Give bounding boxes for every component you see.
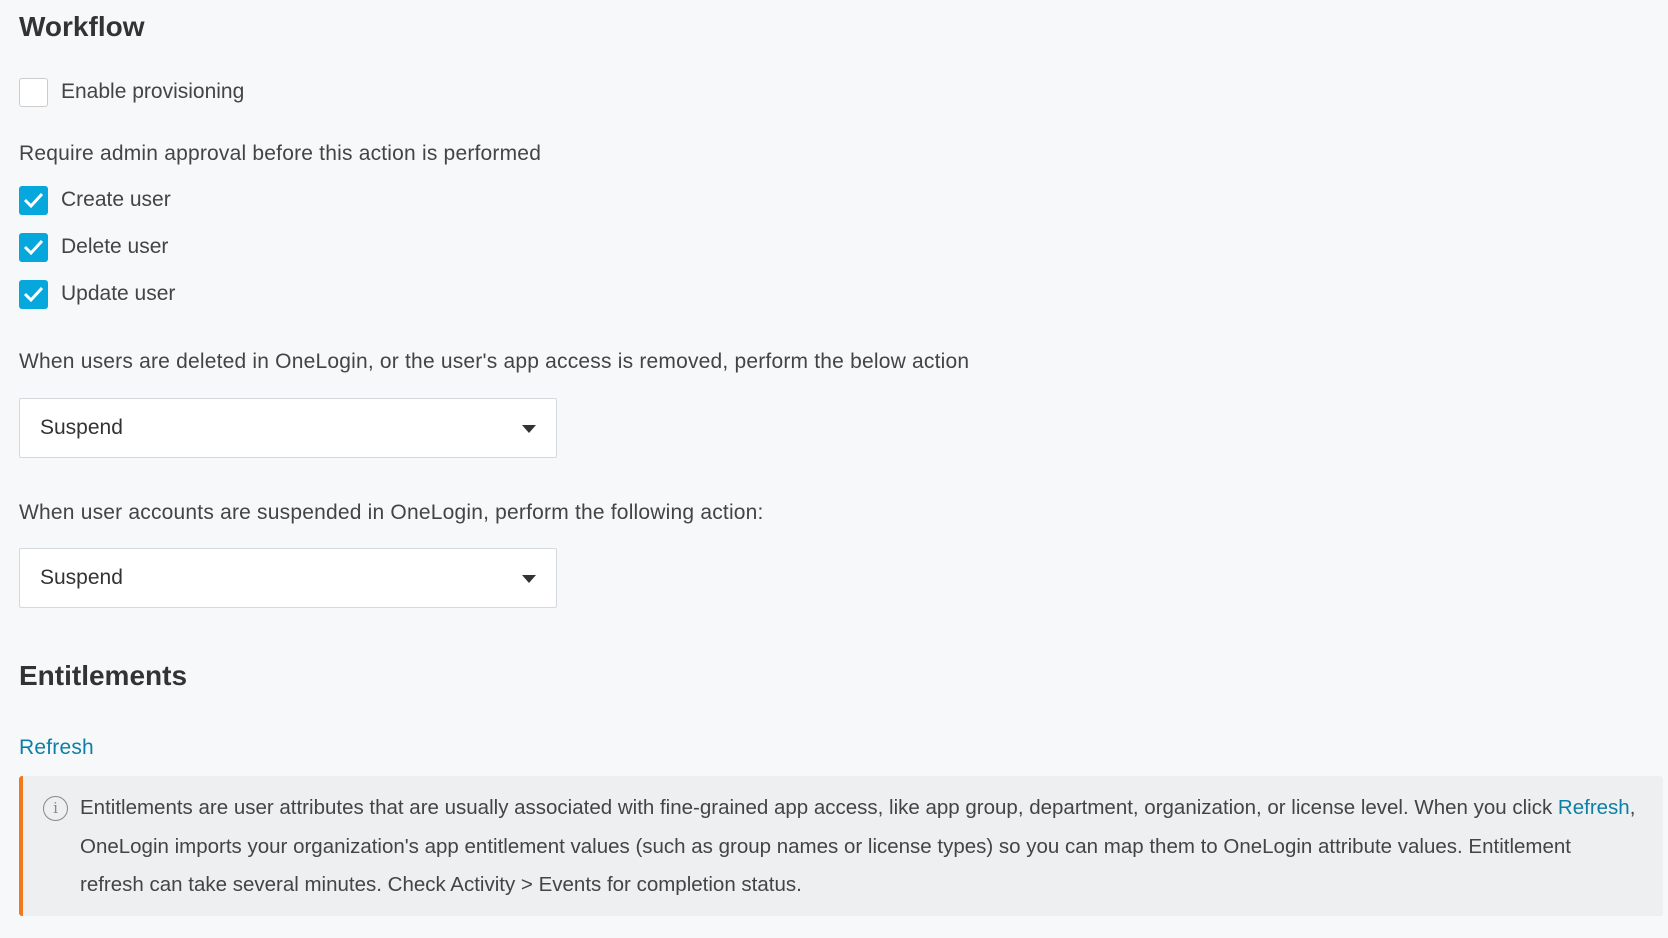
- checkmark-icon: [23, 239, 44, 256]
- update-user-checkbox[interactable]: [19, 280, 48, 309]
- suspended-action-value: Suspend: [40, 566, 123, 589]
- delete-user-checkbox[interactable]: [19, 233, 48, 262]
- create-user-label[interactable]: Create user: [61, 188, 171, 212]
- enable-provisioning-checkbox[interactable]: [19, 78, 48, 107]
- chevron-down-icon: [522, 425, 536, 433]
- suspended-action-prompt: When user accounts are suspended in OneL…: [19, 501, 764, 524]
- refresh-link[interactable]: Refresh: [19, 736, 94, 760]
- checkmark-icon: [23, 192, 44, 209]
- entitlements-info-text: Entitlements are user attributes that ar…: [80, 789, 1640, 905]
- entitlements-info-box: i Entitlements are user attributes that …: [19, 776, 1663, 916]
- create-user-checkbox[interactable]: [19, 186, 48, 215]
- deleted-action-value: Suspend: [40, 416, 123, 439]
- approval-heading: Require admin approval before this actio…: [19, 142, 542, 165]
- enable-provisioning-label[interactable]: Enable provisioning: [61, 80, 244, 104]
- chevron-down-icon: [522, 575, 536, 583]
- info-icon: i: [43, 796, 68, 821]
- deleted-action-prompt: When users are deleted in OneLogin, or t…: [19, 350, 970, 373]
- workflow-title: Workflow: [19, 11, 145, 42]
- info-text-start: Entitlements are user attributes that ar…: [80, 796, 1558, 819]
- delete-user-label[interactable]: Delete user: [61, 235, 168, 259]
- info-refresh-link[interactable]: Refresh: [1558, 796, 1630, 819]
- checkmark-icon: [23, 286, 44, 303]
- deleted-action-select[interactable]: Suspend: [19, 398, 557, 458]
- update-user-label[interactable]: Update user: [61, 282, 175, 306]
- suspended-action-select[interactable]: Suspend: [19, 548, 557, 608]
- entitlements-title: Entitlements: [19, 660, 188, 691]
